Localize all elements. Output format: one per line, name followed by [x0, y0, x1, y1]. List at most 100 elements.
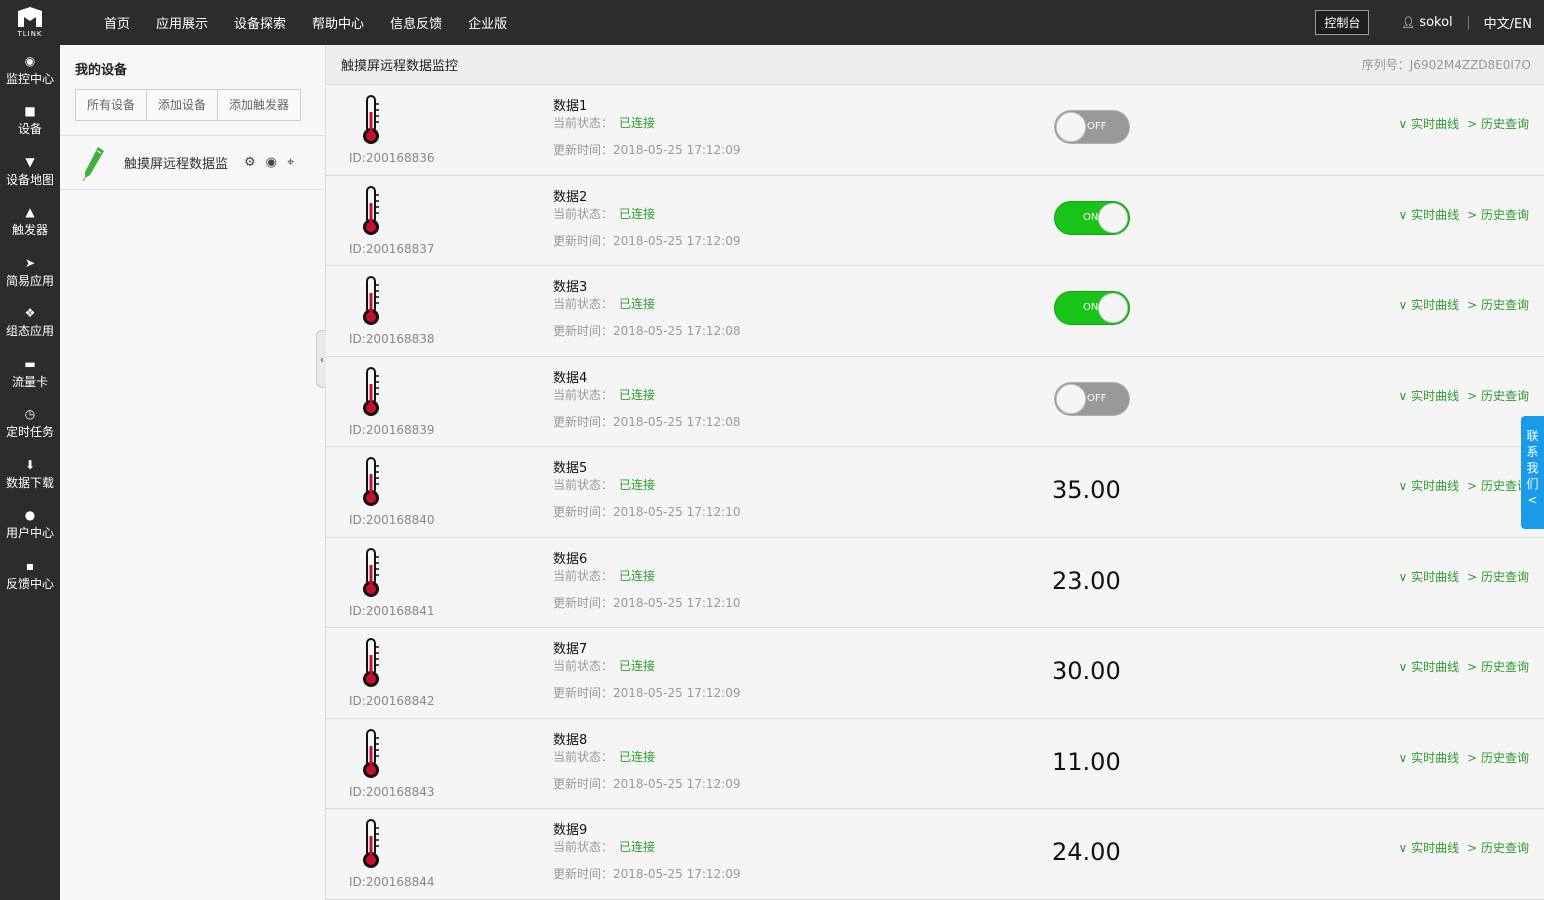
history-query-link[interactable]: > 历史查询	[1467, 749, 1529, 766]
device-list-item[interactable]: 触摸屏远程数据监 ⚙ ◉ ⌖	[60, 135, 325, 190]
nav-item-home[interactable]: 首页	[104, 13, 130, 32]
sidebar-item-monitor[interactable]: ◉ 监控中心	[0, 45, 60, 96]
state-label: 当前状态：	[553, 206, 614, 221]
history-query-link[interactable]: > 历史查询	[1467, 387, 1529, 404]
history-query-link[interactable]: > 历史查询	[1467, 477, 1529, 494]
row-links: ∨ 实时曲线 > 历史查询	[1399, 296, 1529, 313]
device-name: 触摸屏远程数据监	[124, 157, 229, 172]
history-query-link[interactable]: > 历史查询	[1467, 115, 1529, 132]
row-links: ∨ 实时曲线 > 历史查询	[1399, 387, 1529, 404]
sidebar-item-feedback[interactable]: ▪ 反馈中心	[0, 550, 60, 601]
top-right-controls: 控制台 👤︎ sokol 中文/EN	[1315, 0, 1532, 45]
add-device-button[interactable]: 添加设备	[146, 89, 219, 121]
all-devices-button[interactable]: 所有设备	[75, 89, 148, 121]
realtime-curve-link[interactable]: ∨ 实时曲线	[1399, 658, 1460, 675]
sensor-update-time: 更新时间：2018-05-25 17:12:08	[553, 413, 740, 430]
realtime-curve-link[interactable]: ∨ 实时曲线	[1399, 206, 1460, 223]
history-query-link[interactable]: > 历史查询	[1467, 206, 1529, 223]
sensor-id: ID:200168844	[349, 875, 435, 889]
history-query-link[interactable]: > 历史查询	[1467, 658, 1529, 675]
console-button[interactable]: 控制台	[1315, 10, 1370, 35]
switch-toggle[interactable]: ON	[1054, 291, 1130, 325]
update-label: 更新时间：	[553, 776, 614, 791]
locate-crosshair-icon[interactable]: ⌖	[287, 155, 294, 170]
sidebar-item-scheduled[interactable]: ◷ 定时任务	[0, 399, 60, 450]
nav-item-help[interactable]: 帮助中心	[312, 13, 364, 32]
contact-char: 联	[1526, 429, 1539, 443]
sensor-update-time: 更新时间：2018-05-25 17:12:09	[553, 865, 740, 882]
logo-text: TLINK	[17, 30, 43, 38]
history-query-link[interactable]: > 历史查询	[1467, 568, 1529, 585]
table-row: ID:200168836 数据1 当前状态： 已连接 更新时间：2018-05-2…	[326, 85, 1544, 176]
realtime-curve-link[interactable]: ∨ 实时曲线	[1399, 296, 1460, 313]
main-content: 触摸屏远程数据监控 序列号：J6902M4ZZD8E0I7O ID:200168…	[326, 45, 1544, 900]
user-menu[interactable]: 👤︎ sokol	[1401, 15, 1452, 30]
sensor-value: 35.00	[1052, 476, 1121, 504]
sidebar-item-label: 设备地图	[5, 172, 54, 187]
sensor-name: 数据3	[553, 280, 588, 295]
realtime-curve-link[interactable]: ∨ 实时曲线	[1399, 568, 1460, 585]
update-time-value: 2018-05-25 17:12:10	[613, 505, 741, 519]
sensor-id: ID:200168839	[349, 422, 435, 437]
realtime-curve-link[interactable]: ∨ 实时曲线	[1399, 477, 1460, 494]
main-nav: 首页 应用展示 设备探索 帮助中心 信息反馈 企业版	[104, 13, 533, 32]
sensor-name: 数据5	[553, 461, 588, 476]
realtime-curve-link[interactable]: ∨ 实时曲线	[1399, 839, 1460, 856]
history-query-link[interactable]: > 历史查询	[1467, 839, 1529, 856]
realtime-curve-link[interactable]: ∨ 实时曲线	[1399, 115, 1460, 132]
contact-us-tab[interactable]: 联 系 我 们 <	[1521, 416, 1544, 529]
sensor-update-time: 更新时间：2018-05-25 17:12:09	[553, 684, 740, 701]
sensor-state: 当前状态： 已连接	[553, 748, 655, 765]
view-eye-icon[interactable]: ◉	[266, 155, 277, 170]
monitor-icon: ◉	[24, 53, 36, 68]
settings-gear-icon[interactable]: ⚙	[244, 155, 256, 170]
history-query-link[interactable]: > 历史查询	[1467, 296, 1529, 313]
sensor-update-time: 更新时间：2018-05-25 17:12:09	[553, 141, 740, 158]
sensor-state: 当前状态： 已连接	[553, 114, 655, 131]
switch-state-label: ON	[1083, 211, 1099, 223]
sidebar-item-simple-app[interactable]: ➤ 简易应用	[0, 247, 60, 298]
device-pen-icon	[82, 146, 104, 181]
status-badge: 已连接	[619, 478, 656, 492]
sidebar-item-devices[interactable]: ■ 设备	[0, 96, 60, 147]
tlink-logo[interactable]: TLINK	[0, 0, 60, 45]
sensor-name: 数据6	[553, 551, 588, 567]
nav-item-showcase[interactable]: 应用展示	[156, 13, 208, 32]
sidebar-item-download[interactable]: ⬇ 数据下载	[0, 449, 60, 500]
language-switch[interactable]: 中文/EN	[1484, 13, 1532, 32]
switch-toggle[interactable]: ON	[1054, 200, 1130, 235]
table-row: ID:200168840 数据5 当前状态： 已连接 更新时间：2018-05-2…	[326, 447, 1544, 538]
update-time-value: 2018-05-25 17:12:10	[613, 595, 741, 610]
realtime-curve-link[interactable]: ∨ 实时曲线	[1399, 749, 1460, 766]
serial-number: 序列号：J6902M4ZZD8E0I7O	[1361, 58, 1531, 72]
device-icon: ■	[24, 104, 36, 119]
switch-knob	[1056, 112, 1086, 142]
sidebar-item-label: 监控中心	[5, 71, 54, 86]
top-navbar: TLINK 首页 应用展示 设备探索 帮助中心 信息反馈 企业版 控制台 👤︎ …	[0, 0, 1544, 45]
sidebar-item-scada-app[interactable]: ❖ 组态应用	[0, 298, 60, 349]
device-actions: ⚙ ◉ ⌖	[244, 155, 304, 170]
sidebar-item-sim-card[interactable]: ▬ 流量卡	[0, 348, 60, 399]
sidebar-item-map[interactable]: ▼ 设备地图	[0, 146, 60, 197]
state-label: 当前状态：	[553, 116, 614, 130]
row-links: ∨ 实时曲线 > 历史查询	[1399, 658, 1529, 675]
sensor-value: 30.00	[1052, 657, 1121, 685]
sidebar-item-user-center[interactable]: ● 用户中心	[0, 500, 60, 551]
realtime-curve-link[interactable]: ∨ 实时曲线	[1399, 387, 1460, 404]
switch-toggle[interactable]: OFF	[1054, 381, 1130, 416]
contact-char: 们	[1526, 477, 1539, 491]
contact-char: 我	[1526, 461, 1539, 475]
add-trigger-button[interactable]: 添加触发器	[217, 89, 302, 121]
switch-toggle[interactable]: OFF	[1054, 110, 1130, 144]
update-label: 更新时间：	[553, 686, 614, 700]
nav-item-enterprise[interactable]: 企业版	[468, 13, 507, 32]
nav-item-feedback[interactable]: 信息反馈	[390, 13, 442, 32]
state-label: 当前状态：	[553, 297, 614, 311]
puzzle-icon: ❖	[24, 306, 36, 321]
table-row: ID:200168841 数据6 当前状态： 已连接 更新时间：2018-05-2…	[326, 537, 1544, 628]
sidebar-item-triggers[interactable]: ▲ 触发器	[0, 197, 60, 248]
nav-item-explore[interactable]: 设备探索	[234, 13, 286, 32]
status-badge: 已连接	[619, 749, 656, 764]
sidebar-item-label: 定时任务	[5, 425, 54, 440]
table-row: ID:200168842 数据7 当前状态： 已连接 更新时间：2018-05-2…	[326, 628, 1544, 719]
